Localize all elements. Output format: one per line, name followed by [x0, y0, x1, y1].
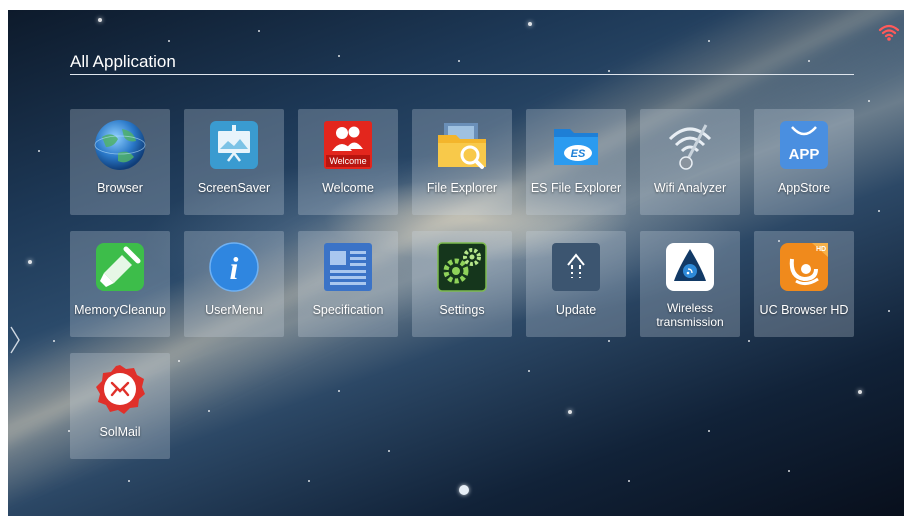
- app-label: Update: [555, 303, 597, 317]
- app-tile-file-explorer[interactable]: File Explorer: [412, 109, 512, 215]
- info-icon: i: [209, 242, 259, 292]
- app-label: Wifi Analyzer: [653, 181, 727, 195]
- star: [808, 60, 810, 62]
- app-tile-solmail[interactable]: SolMail: [70, 353, 170, 459]
- app-label: Settings: [439, 303, 485, 317]
- hd-badge: HD: [816, 246, 826, 253]
- app-label: UserMenu: [205, 303, 263, 317]
- app-tile-es-file-explorer[interactable]: ES ES File Explorer: [526, 109, 626, 215]
- home-screen: All Application Browser ScreenSaver Welc…: [8, 10, 904, 516]
- app-tile-usermenu[interactable]: i UserMenu: [184, 231, 284, 337]
- app-label: SolMail: [99, 425, 141, 439]
- es-folder-icon: ES: [554, 129, 598, 165]
- app-tile-wifi-analyzer[interactable]: Wifi Analyzer: [640, 109, 740, 215]
- star: [308, 480, 310, 482]
- app-tile-settings[interactable]: Settings: [412, 231, 512, 337]
- screensaver-icon: [210, 121, 258, 169]
- star: [608, 340, 610, 342]
- app-label: Welcome: [322, 181, 374, 195]
- star: [38, 150, 40, 152]
- star: [338, 390, 340, 392]
- cast-icon: [666, 243, 714, 291]
- star: [128, 480, 130, 482]
- document-icon: [324, 243, 372, 291]
- star: [258, 30, 260, 32]
- star: [888, 310, 890, 312]
- gears-icon: [437, 242, 487, 292]
- star: [388, 450, 390, 452]
- star: [458, 60, 460, 62]
- app-label: AppStore: [777, 181, 831, 195]
- app-label: File Explorer: [426, 181, 498, 195]
- star: [708, 40, 710, 42]
- uc-browser-icon: HD: [780, 243, 828, 291]
- star: [528, 22, 532, 26]
- page-indicator[interactable]: [459, 485, 469, 495]
- update-arrow-icon: [552, 243, 600, 291]
- star: [788, 470, 790, 472]
- app-tile-uc-browser-hd[interactable]: HD UC Browser HD: [754, 231, 854, 337]
- star: [98, 18, 102, 22]
- star: [53, 340, 55, 342]
- es-badge: ES: [571, 148, 586, 160]
- star: [748, 340, 750, 342]
- broom-icon: [96, 243, 144, 291]
- app-label: ScreenSaver: [197, 181, 271, 195]
- star: [868, 100, 870, 102]
- page-title: All Application: [70, 52, 176, 71]
- globe-icon: [94, 120, 146, 170]
- app-label: Wireless transmission: [656, 301, 724, 329]
- title-divider: [70, 74, 854, 75]
- star: [878, 210, 880, 212]
- star: [628, 480, 630, 482]
- welcome-icon: Welcome: [324, 121, 372, 169]
- app-tile-browser[interactable]: Browser: [70, 109, 170, 215]
- appstore-badge: APP: [789, 146, 820, 163]
- star: [858, 390, 862, 394]
- star: [608, 70, 610, 72]
- star: [208, 410, 210, 412]
- app-tile-update[interactable]: Update: [526, 231, 626, 337]
- chevron-right-icon[interactable]: [8, 325, 22, 355]
- star: [708, 430, 710, 432]
- app-tile-welcome[interactable]: Welcome Welcome: [298, 109, 398, 215]
- mail-icon: [96, 365, 145, 414]
- star: [338, 55, 340, 57]
- info-badge: i: [230, 250, 239, 286]
- appstore-icon: APP: [780, 121, 828, 169]
- app-tile-appstore[interactable]: APP AppStore: [754, 109, 854, 215]
- wifi-icon: [878, 24, 900, 41]
- app-label: ES File Explorer: [530, 181, 622, 195]
- app-label: Browser: [97, 181, 143, 195]
- app-tile-screensaver[interactable]: ScreenSaver: [184, 109, 284, 215]
- wifi-analyzer-icon: [668, 124, 712, 170]
- app-label: Specification: [312, 303, 384, 317]
- star: [168, 40, 170, 42]
- star: [568, 410, 572, 414]
- app-label: UC Browser HD: [759, 303, 849, 317]
- app-label: MemoryCleanup: [74, 303, 166, 317]
- folder-icon: [438, 123, 486, 169]
- app-tile-memory-cleanup[interactable]: MemoryCleanup: [70, 231, 170, 337]
- star: [178, 360, 180, 362]
- star: [528, 370, 530, 372]
- app-tile-specification[interactable]: Specification: [298, 231, 398, 337]
- welcome-badge: Welcome: [329, 156, 366, 166]
- app-tile-wireless-transmission[interactable]: Wireless transmission: [640, 231, 740, 337]
- star: [28, 260, 32, 264]
